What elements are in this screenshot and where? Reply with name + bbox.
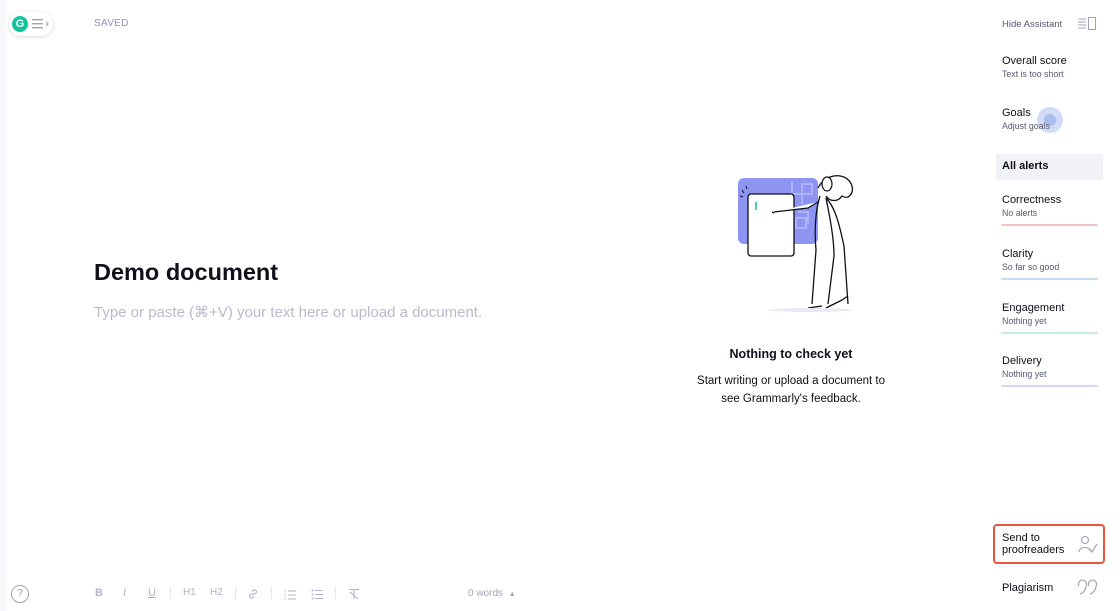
empty-state-illustration bbox=[738, 175, 854, 312]
numbered-list-icon[interactable]: 1 2 3 bbox=[284, 588, 296, 600]
goals-title[interactable]: Goals bbox=[1002, 107, 1031, 119]
hide-assistant-button[interactable]: Hide Assistant bbox=[1002, 19, 1062, 30]
bullet-list-icon[interactable] bbox=[311, 588, 323, 600]
send-to-proofreaders-label: Send to proofreaders bbox=[1002, 532, 1065, 556]
heading2-button[interactable]: H2 bbox=[210, 587, 223, 598]
italic-button[interactable]: I bbox=[123, 587, 126, 599]
word-count-caret-icon: ▲ bbox=[508, 591, 516, 598]
sidebar-toggle-icon[interactable] bbox=[1078, 17, 1096, 30]
proofreader-icon bbox=[1078, 535, 1098, 553]
engagement-bar bbox=[1001, 332, 1098, 334]
plagiarism-button[interactable]: Plagiarism bbox=[1002, 582, 1053, 594]
heading1-button[interactable]: H1 bbox=[183, 587, 196, 598]
send-to-proofreaders-button[interactable]: Send to proofreaders bbox=[993, 524, 1105, 564]
grammarly-menu-button[interactable]: G bbox=[9, 12, 53, 36]
toolbar-divider bbox=[271, 587, 272, 599]
category-delivery-title[interactable]: Delivery bbox=[1002, 355, 1042, 367]
svg-text:3: 3 bbox=[284, 597, 286, 600]
category-engagement-title[interactable]: Engagement bbox=[1002, 302, 1064, 314]
category-clarity-subtitle: So far so good bbox=[1002, 262, 1060, 272]
word-count[interactable]: 0 words ▲ bbox=[468, 588, 516, 599]
grammarly-logo-icon: G bbox=[12, 16, 28, 32]
category-engagement-subtitle: Nothing yet bbox=[1002, 316, 1047, 326]
correctness-bar bbox=[1001, 224, 1098, 226]
delivery-bar bbox=[1001, 385, 1098, 387]
toolbar-divider bbox=[235, 587, 236, 599]
editor-placeholder[interactable]: Type or paste (⌘+V) your text here or up… bbox=[94, 303, 482, 321]
link-icon[interactable] bbox=[247, 588, 259, 600]
empty-state-title: Nothing to check yet bbox=[729, 347, 853, 361]
all-alerts-label: All alerts bbox=[1002, 160, 1049, 172]
clarity-bar bbox=[1001, 278, 1098, 280]
overall-score-subtitle: Text is too short bbox=[1002, 69, 1064, 79]
category-delivery-subtitle: Nothing yet bbox=[1002, 369, 1047, 379]
help-button[interactable]: ? bbox=[11, 585, 29, 603]
all-alerts-tab[interactable]: All alerts bbox=[996, 154, 1103, 180]
goals-subtitle[interactable]: Adjust goals bbox=[1002, 121, 1050, 131]
bold-button[interactable]: B bbox=[95, 587, 103, 599]
empty-state-text: Start writing or upload a document to se… bbox=[697, 375, 885, 405]
toolbar-divider bbox=[170, 587, 171, 599]
underline-button[interactable]: U bbox=[148, 587, 156, 599]
category-clarity-title[interactable]: Clarity bbox=[1002, 248, 1033, 260]
hamburger-menu-icon bbox=[32, 19, 49, 29]
left-edge-strip bbox=[0, 0, 6, 611]
category-correctness-title[interactable]: Correctness bbox=[1002, 194, 1061, 206]
word-count-label: 0 words bbox=[468, 588, 504, 599]
document-title[interactable]: Demo document bbox=[94, 259, 278, 286]
category-correctness-subtitle: No alerts bbox=[1002, 208, 1038, 218]
save-status: SAVED bbox=[94, 18, 129, 29]
quote-icon bbox=[1078, 579, 1098, 595]
toolbar-divider bbox=[335, 587, 336, 599]
clear-formatting-icon[interactable] bbox=[348, 588, 360, 600]
overall-score-title[interactable]: Overall score bbox=[1002, 55, 1067, 67]
